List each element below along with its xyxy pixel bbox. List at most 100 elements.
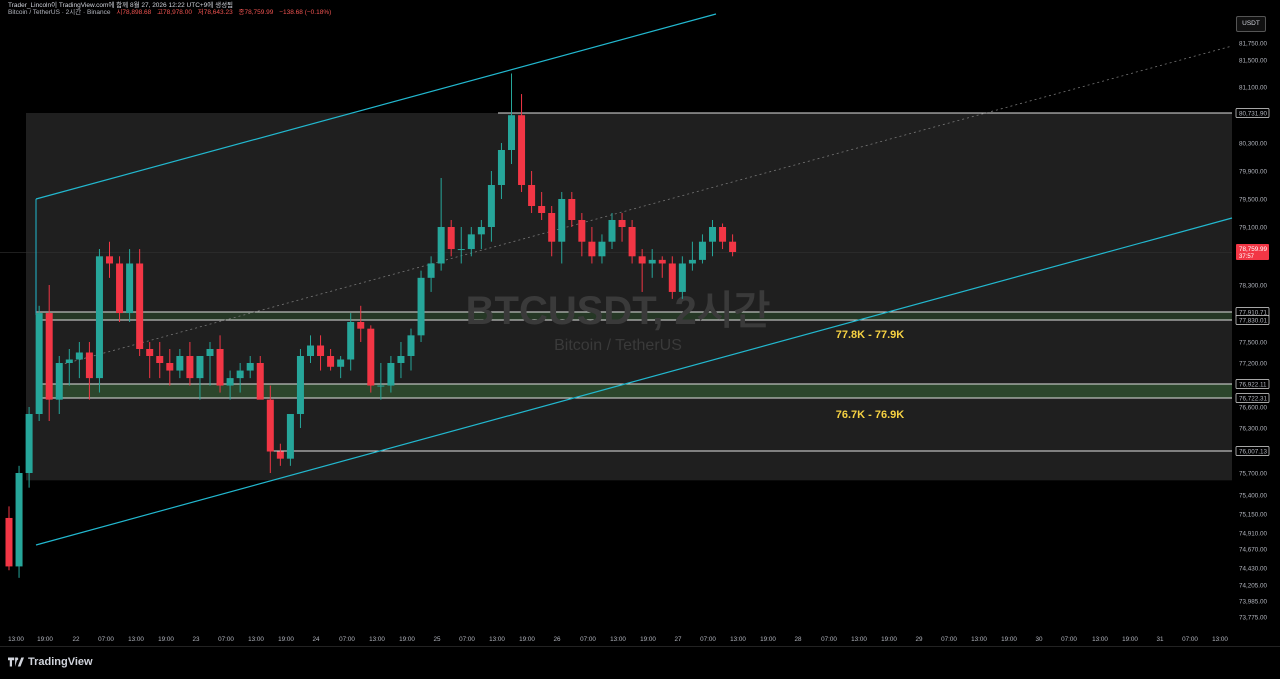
y-tick-label: 77,500.00 [1239, 340, 1268, 347]
y-tick-label: 80,731.90 [1239, 111, 1268, 118]
y-tick-label: 81,750.00 [1239, 41, 1268, 48]
chart-canvas[interactable]: BTCUSDT, 2시간 Bitcoin / TetherUS 81,750.00… [0, 0, 1280, 646]
current-price-value: 78,759.99 [1239, 246, 1268, 253]
currency-button[interactable]: USDT [1236, 16, 1266, 32]
header-high: 고78,978.00 [157, 9, 192, 16]
x-tick-label: 13:00 [8, 636, 24, 643]
candle-body [55, 363, 63, 400]
x-tick-label: 13:00 [971, 636, 987, 643]
candle [15, 465, 23, 578]
x-tick-label: 13:00 [730, 636, 746, 643]
current-price-countdown: 37:57 [1239, 254, 1255, 260]
candle-body [317, 345, 325, 356]
candle-body [608, 220, 616, 242]
candle-body [618, 220, 626, 227]
candle-body [528, 185, 536, 206]
candle-body [578, 220, 586, 242]
watermark-symbol: BTCUSDT, 2시간 [466, 289, 771, 333]
x-tick-label: 19:00 [519, 636, 535, 643]
x-tick-label: 13:00 [369, 636, 385, 643]
candle-body [558, 199, 566, 242]
candle-body [95, 256, 103, 379]
header-low: 저78,643.23 [197, 9, 233, 16]
candle-body [588, 241, 596, 257]
candle-body [397, 356, 405, 363]
candle-body [688, 259, 696, 264]
y-tick-label: 79,500.00 [1239, 197, 1268, 204]
header-author-line: Trader_Lincoln이 TradingView.com에 함께 8월 2… [8, 2, 234, 9]
x-tick-label: 22 [72, 636, 80, 643]
x-tick-label: 23 [192, 636, 200, 643]
y-tick-label: 76,007.13 [1239, 449, 1268, 456]
x-tick-label: 27 [674, 636, 682, 643]
candle-body [116, 263, 124, 314]
x-tick-label: 28 [794, 636, 802, 643]
candle-body [678, 263, 686, 292]
header-change: −138.68 (−0.18%) [279, 9, 332, 16]
candle [116, 256, 124, 323]
candle-body [75, 352, 83, 360]
candle-body [437, 227, 445, 264]
x-tick-label: 07:00 [98, 636, 114, 643]
candle-body [638, 256, 646, 264]
y-tick-label: 77,830.01 [1239, 318, 1268, 325]
candle-body [698, 241, 706, 260]
candle-body [548, 213, 556, 242]
candle-body [236, 370, 244, 379]
candle-body [417, 277, 425, 336]
y-tick-label: 79,900.00 [1239, 169, 1268, 176]
candle-body [5, 517, 13, 567]
candle-body [136, 263, 144, 349]
candle-body [347, 322, 355, 360]
y-tick-label: 81,500.00 [1239, 57, 1268, 64]
header-close: 종78,759.99 [238, 9, 274, 16]
candle-body [266, 399, 274, 452]
x-tick-label: 19:00 [1122, 636, 1138, 643]
y-tick-label: 79,100.00 [1239, 225, 1268, 232]
watermark-name: Bitcoin / TetherUS [554, 337, 682, 354]
x-tick-label: 19:00 [37, 636, 53, 643]
candle-body [407, 335, 415, 356]
x-tick-label: 19:00 [881, 636, 897, 643]
y-tick-label: 80,300.00 [1239, 141, 1268, 148]
x-tick-label: 13:00 [128, 636, 144, 643]
candle-body [367, 328, 375, 386]
x-tick-label: 25 [433, 636, 441, 643]
current-price-line [0, 252, 1232, 253]
candle-body [719, 227, 727, 242]
y-tick-label: 75,400.00 [1239, 493, 1268, 500]
candle-body [256, 363, 264, 400]
candle-body [668, 263, 676, 292]
candle-body [307, 345, 314, 356]
x-tick-label: 29 [915, 636, 923, 643]
y-tick-label: 73,775.00 [1239, 615, 1268, 622]
y-tick-label: 75,700.00 [1239, 471, 1268, 478]
x-tick-label: 19:00 [158, 636, 174, 643]
header-symbol[interactable]: Bitcoin / TetherUS · 2시간 · Binance [8, 9, 111, 16]
x-tick-label: 26 [553, 636, 561, 643]
candle [35, 305, 43, 421]
x-tick-label: 13:00 [248, 636, 264, 643]
x-tick-label: 07:00 [459, 636, 475, 643]
candle-body [457, 249, 465, 251]
candle-body [65, 359, 73, 363]
candle [95, 249, 103, 393]
x-tick-label: 30 [1035, 636, 1043, 643]
candle-body [25, 414, 33, 473]
tradingview-logo[interactable]: TradingView [8, 656, 93, 668]
candle-body [206, 349, 214, 356]
candle-body [377, 385, 385, 387]
candle-body [176, 356, 184, 371]
candle-body [508, 115, 515, 150]
candle-body [387, 363, 395, 386]
candle-body [15, 473, 23, 567]
candle-body [518, 115, 526, 185]
candle-body [35, 313, 43, 414]
candle-body [447, 227, 455, 250]
x-tick-label: 07:00 [1061, 636, 1077, 643]
candle-body [216, 349, 224, 386]
candle [367, 325, 375, 393]
candle-body [427, 263, 435, 278]
y-tick-label: 77,200.00 [1239, 361, 1268, 368]
chart-header: Trader_Lincoln이 TradingView.com에 함께 8월 2… [8, 2, 335, 16]
